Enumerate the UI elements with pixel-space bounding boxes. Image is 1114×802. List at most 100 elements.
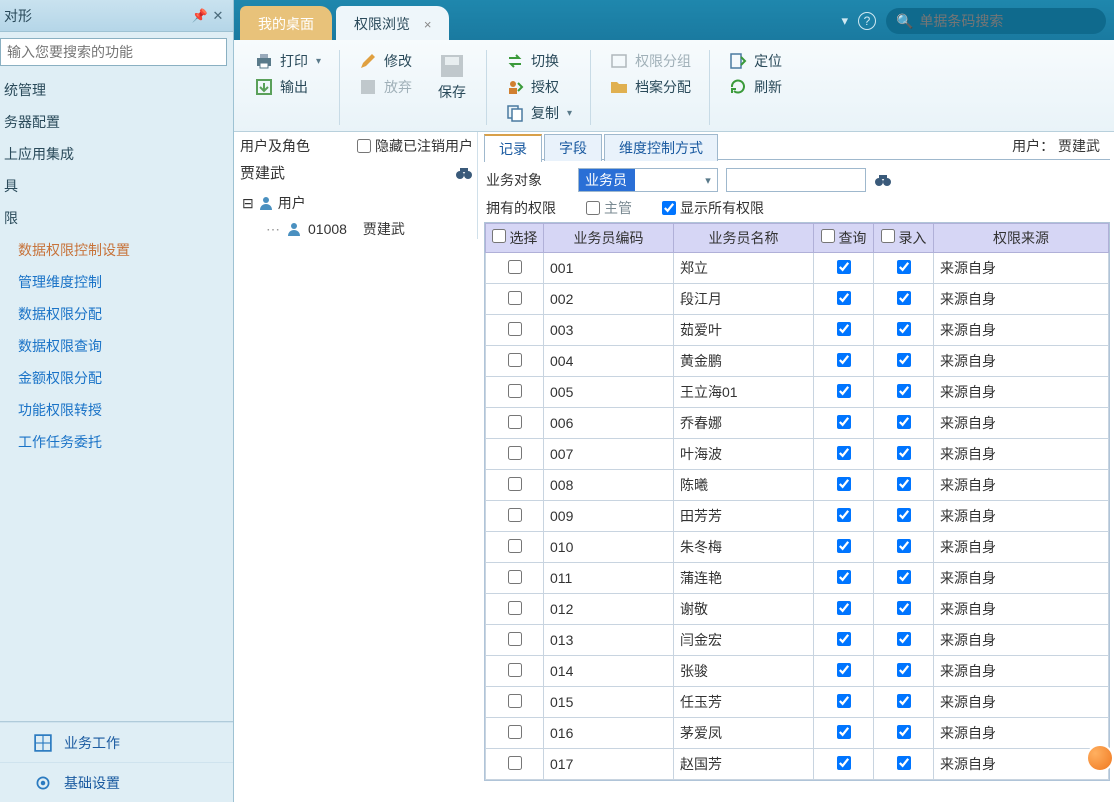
table-row[interactable]: 003茹爱叶来源自身 bbox=[486, 315, 1109, 346]
file-assign-button[interactable]: 档案分配 bbox=[601, 74, 699, 100]
row-query-checkbox[interactable] bbox=[837, 725, 851, 739]
row-entry-checkbox[interactable] bbox=[897, 601, 911, 615]
row-select-checkbox[interactable] bbox=[508, 725, 522, 739]
row-select-checkbox[interactable] bbox=[508, 477, 522, 491]
modify-button[interactable]: 修改 bbox=[350, 48, 420, 74]
row-query-checkbox[interactable] bbox=[837, 756, 851, 770]
row-query-checkbox[interactable] bbox=[837, 322, 851, 336]
row-query-checkbox[interactable] bbox=[837, 291, 851, 305]
row-select-checkbox[interactable] bbox=[508, 508, 522, 522]
row-query-checkbox[interactable] bbox=[837, 415, 851, 429]
tree-node-child[interactable]: ⋯ 01008 贾建武 bbox=[266, 215, 473, 239]
filter-text[interactable] bbox=[726, 168, 866, 192]
print-button[interactable]: 打印 ▾ bbox=[246, 48, 329, 74]
hide-closed-checkbox[interactable] bbox=[357, 139, 371, 153]
barcode-search-input[interactable] bbox=[919, 13, 1096, 29]
tree-toggle-icon[interactable]: ⊟ bbox=[242, 195, 254, 212]
row-entry-checkbox[interactable] bbox=[897, 508, 911, 522]
nav-item[interactable]: 务器配置 bbox=[0, 106, 233, 138]
table-row[interactable]: 009田芳芳来源自身 bbox=[486, 501, 1109, 532]
row-query-checkbox[interactable] bbox=[837, 632, 851, 646]
biz-obj-combo[interactable]: 业务员 ▾ bbox=[578, 168, 718, 192]
nav-item[interactable]: 上应用集成 bbox=[0, 138, 233, 170]
table-row[interactable]: 006乔春娜来源自身 bbox=[486, 408, 1109, 439]
row-entry-checkbox[interactable] bbox=[897, 663, 911, 677]
row-entry-checkbox[interactable] bbox=[897, 725, 911, 739]
nav-sub-item[interactable]: 管理维度控制 bbox=[14, 266, 233, 298]
notification-badge[interactable] bbox=[1086, 744, 1114, 772]
table-row[interactable]: 001郑立来源自身 bbox=[486, 253, 1109, 284]
row-query-checkbox[interactable] bbox=[837, 477, 851, 491]
tab-close-icon[interactable]: × bbox=[424, 17, 432, 32]
table-row[interactable]: 010朱冬梅来源自身 bbox=[486, 532, 1109, 563]
row-entry-checkbox[interactable] bbox=[897, 570, 911, 584]
table-row[interactable]: 012谢敬来源自身 bbox=[486, 594, 1109, 625]
row-select-checkbox[interactable] bbox=[508, 632, 522, 646]
barcode-search[interactable]: 🔍 bbox=[886, 8, 1106, 34]
export-button[interactable]: 输出 bbox=[246, 74, 329, 100]
sub-tab-dim[interactable]: 维度控制方式 bbox=[604, 134, 718, 161]
table-row[interactable]: 013闫金宏来源自身 bbox=[486, 625, 1109, 656]
help-icon[interactable]: ? bbox=[858, 12, 876, 30]
row-query-checkbox[interactable] bbox=[837, 353, 851, 367]
tab-permissions[interactable]: 权限浏览 × bbox=[336, 6, 449, 40]
table-row[interactable]: 002段江月来源自身 bbox=[486, 284, 1109, 315]
nav-sub-item[interactable]: 数据权限查询 bbox=[14, 330, 233, 362]
row-select-checkbox[interactable] bbox=[508, 663, 522, 677]
nav-sub-item[interactable]: 金额权限分配 bbox=[14, 362, 233, 394]
discard-button[interactable]: 放弃 bbox=[350, 74, 420, 100]
row-entry-checkbox[interactable] bbox=[897, 291, 911, 305]
nav-item[interactable]: 统管理 bbox=[0, 74, 233, 106]
row-query-checkbox[interactable] bbox=[837, 260, 851, 274]
chevron-down-icon[interactable]: ▾ bbox=[699, 174, 717, 187]
row-select-checkbox[interactable] bbox=[508, 384, 522, 398]
nav-sub-item[interactable]: 工作任务委托 bbox=[14, 426, 233, 458]
mgr-checkbox[interactable] bbox=[586, 201, 600, 215]
row-entry-checkbox[interactable] bbox=[897, 477, 911, 491]
row-query-checkbox[interactable] bbox=[837, 384, 851, 398]
row-select-checkbox[interactable] bbox=[508, 446, 522, 460]
copy-button[interactable]: 复制 ▾ bbox=[497, 100, 580, 126]
footer-biz[interactable]: 业务工作 bbox=[0, 722, 233, 762]
row-entry-checkbox[interactable] bbox=[897, 632, 911, 646]
row-query-checkbox[interactable] bbox=[837, 570, 851, 584]
binoculars-icon[interactable] bbox=[874, 173, 892, 187]
row-entry-checkbox[interactable] bbox=[897, 260, 911, 274]
row-entry-checkbox[interactable] bbox=[897, 756, 911, 770]
row-entry-checkbox[interactable] bbox=[897, 539, 911, 553]
row-select-checkbox[interactable] bbox=[508, 291, 522, 305]
nav-sub-item[interactable]: 功能权限转授 bbox=[14, 394, 233, 426]
locate-button[interactable]: 定位 bbox=[720, 48, 790, 74]
tree-node-user[interactable]: ⊟ 用户 bbox=[240, 191, 473, 215]
row-select-checkbox[interactable] bbox=[508, 570, 522, 584]
row-query-checkbox[interactable] bbox=[837, 601, 851, 615]
row-select-checkbox[interactable] bbox=[508, 353, 522, 367]
row-query-checkbox[interactable] bbox=[837, 446, 851, 460]
binoculars-icon[interactable] bbox=[455, 166, 473, 180]
row-entry-checkbox[interactable] bbox=[897, 353, 911, 367]
authorize-button[interactable]: 授权 bbox=[497, 74, 580, 100]
nav-item[interactable]: 限 bbox=[0, 202, 233, 234]
function-search-input[interactable] bbox=[7, 44, 220, 60]
show-all-checkbox[interactable] bbox=[662, 201, 676, 215]
row-query-checkbox[interactable] bbox=[837, 663, 851, 677]
row-entry-checkbox[interactable] bbox=[897, 322, 911, 336]
nav-sub-item[interactable]: 数据权限控制设置 bbox=[14, 234, 233, 266]
footer-settings[interactable]: 基础设置 bbox=[0, 762, 233, 802]
select-all-checkbox[interactable] bbox=[492, 229, 506, 243]
close-icon[interactable]: ✕ bbox=[209, 8, 227, 24]
row-select-checkbox[interactable] bbox=[508, 415, 522, 429]
query-all-checkbox[interactable] bbox=[821, 229, 835, 243]
col-name[interactable]: 业务员名称 bbox=[674, 224, 814, 253]
col-source[interactable]: 权限来源 bbox=[934, 224, 1109, 253]
function-search[interactable] bbox=[0, 38, 227, 66]
chevron-down-icon[interactable]: ▾ bbox=[841, 13, 848, 29]
row-query-checkbox[interactable] bbox=[837, 508, 851, 522]
table-row[interactable]: 007叶海波来源自身 bbox=[486, 439, 1109, 470]
row-entry-checkbox[interactable] bbox=[897, 694, 911, 708]
table-row[interactable]: 015任玉芳来源自身 bbox=[486, 687, 1109, 718]
table-row[interactable]: 008陈曦来源自身 bbox=[486, 470, 1109, 501]
row-select-checkbox[interactable] bbox=[508, 539, 522, 553]
entry-all-checkbox[interactable] bbox=[881, 229, 895, 243]
col-query[interactable]: 查询 bbox=[814, 224, 874, 253]
